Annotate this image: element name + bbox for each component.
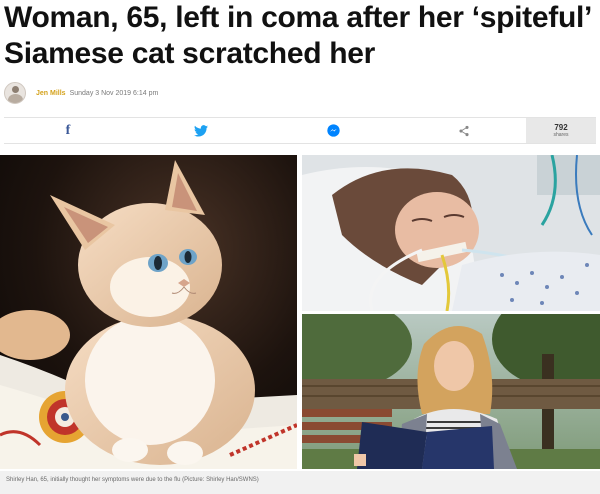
- image-caption: Shirley Han, 65, initially thought her s…: [0, 471, 600, 494]
- byline: Jen Mills Sunday 3 Nov 2019 6:14 pm: [4, 82, 158, 104]
- woman-holding-folder-photo: [302, 314, 600, 469]
- woman-in-hospital-bed-photo: [302, 155, 600, 311]
- share-icon: [459, 125, 469, 136]
- share-count: 792: [554, 123, 568, 132]
- author-name[interactable]: Jen Mills: [36, 90, 66, 97]
- facebook-icon: f: [65, 122, 71, 138]
- facebook-share-button[interactable]: f: [48, 118, 88, 143]
- share-bar: f 792 shares: [4, 117, 596, 144]
- siamese-cat-photo: [0, 155, 297, 469]
- twitter-icon: [194, 124, 208, 137]
- share-count-box: 792 shares: [526, 118, 596, 143]
- author-avatar[interactable]: [4, 82, 26, 104]
- twitter-share-button[interactable]: [181, 118, 221, 143]
- share-count-label: shares: [553, 132, 569, 138]
- messenger-share-button[interactable]: [313, 118, 353, 143]
- article-headline: Woman, 65, left in coma after her ‘spite…: [4, 1, 591, 70]
- messenger-icon: [326, 124, 340, 137]
- publish-date: Sunday 3 Nov 2019 6:14 pm: [69, 89, 159, 97]
- share-button[interactable]: [444, 118, 484, 143]
